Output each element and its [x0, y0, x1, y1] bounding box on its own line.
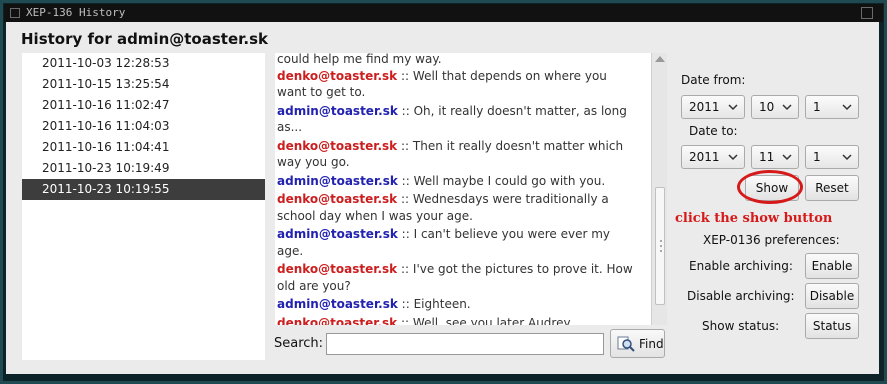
- date-item[interactable]: 2011-10-16 11:04:41: [22, 137, 265, 158]
- message-sender: denko@toaster.sk: [277, 138, 398, 153]
- date-item[interactable]: 2011-10-16 11:02:47: [22, 95, 265, 116]
- date-item-selected[interactable]: 2011-10-23 10:19:55: [22, 179, 265, 200]
- search-input[interactable]: [326, 333, 604, 355]
- reset-button[interactable]: Reset: [805, 175, 859, 201]
- message-sender: denko@toaster.sk: [277, 262, 398, 276]
- date-list[interactable]: 2011-10-03 12:28:53 2011-10-15 13:25:54 …: [22, 53, 265, 360]
- message-text: Well, see you later Audrey.: [412, 315, 573, 326]
- window-menu-icon[interactable]: [10, 8, 20, 18]
- message-separator: ::: [401, 227, 410, 241]
- message-separator: ::: [401, 103, 410, 118]
- prefs-heading: XEP-0136 preferences:: [703, 233, 840, 247]
- message-sender: admin@toaster.sk: [277, 103, 398, 118]
- from-year-value: 2011: [689, 100, 720, 114]
- from-day-select[interactable]: 1: [805, 95, 859, 119]
- chat-message: denko@toaster.sk :: Well, see you later …: [277, 315, 639, 326]
- enable-button[interactable]: Enable: [805, 253, 859, 279]
- magnifier-icon: [617, 336, 635, 352]
- message-sender: admin@toaster.sk: [277, 173, 398, 188]
- message-continuation: could help me find my way.: [277, 53, 442, 66]
- date-from-label: Date from:: [681, 73, 746, 87]
- close-icon[interactable]: [861, 7, 873, 19]
- chat-message: admin@toaster.sk :: Oh, it really doesn'…: [277, 103, 639, 136]
- chevron-down-icon: [782, 154, 792, 161]
- highlight-circle: [737, 170, 803, 204]
- chevron-down-icon: [728, 104, 738, 111]
- from-day-value: 1: [813, 100, 821, 114]
- message-separator: ::: [401, 297, 410, 311]
- enable-archiving-label: Enable archiving:: [689, 259, 793, 273]
- chat-message: admin@toaster.sk :: I can't believe you …: [277, 226, 639, 259]
- page-title: History for admin@toaster.sk: [21, 30, 268, 48]
- chevron-down-icon: [842, 104, 852, 111]
- from-month-value: 10: [759, 100, 775, 114]
- to-day-value: 1: [813, 150, 821, 164]
- grip-dot: [660, 250, 662, 252]
- search-label: Search:: [274, 336, 324, 351]
- date-item[interactable]: 2011-10-03 12:28:53: [22, 53, 265, 74]
- chat-transcript[interactable]: could help me find my way. denko@toaster…: [275, 53, 651, 325]
- chat-scrollbar[interactable]: [651, 53, 667, 325]
- message-separator: ::: [401, 173, 410, 188]
- message-separator: ::: [401, 315, 410, 326]
- scroll-thumb[interactable]: [655, 187, 665, 305]
- date-to-label: Date to:: [689, 124, 738, 138]
- message-separator: ::: [401, 68, 410, 83]
- from-month-select[interactable]: 10: [751, 95, 799, 119]
- date-item[interactable]: 2011-10-16 11:04:03: [22, 116, 265, 137]
- message-separator: ::: [401, 138, 410, 153]
- message-separator: ::: [401, 262, 410, 276]
- to-year-select[interactable]: 2011: [681, 145, 745, 169]
- message-text: Well maybe I could go with you.: [413, 173, 606, 188]
- chevron-down-icon: [842, 154, 852, 161]
- message-sender: denko@toaster.sk: [277, 68, 398, 83]
- chevron-down-icon: [728, 154, 738, 161]
- show-status-label: Show status:: [702, 319, 780, 333]
- message-sender: denko@toaster.sk: [277, 192, 398, 206]
- find-button-label: Find: [639, 337, 664, 351]
- message-separator: ::: [401, 192, 410, 206]
- to-month-select[interactable]: 11: [751, 145, 799, 169]
- disable-button[interactable]: Disable: [805, 283, 859, 309]
- annotation-text: click the show button: [675, 211, 833, 226]
- chat-message: admin@toaster.sk :: Well maybe I could g…: [277, 173, 639, 190]
- chat-message: admin@toaster.sk :: Eighteen.: [277, 296, 639, 313]
- message-sender: denko@toaster.sk: [277, 315, 398, 326]
- disable-archiving-label: Disable archiving:: [687, 289, 795, 303]
- chat-message: denko@toaster.sk :: Then it really doesn…: [277, 138, 639, 171]
- message-sender: admin@toaster.sk: [277, 297, 398, 311]
- date-item[interactable]: 2011-10-23 10:19:49: [22, 158, 265, 179]
- chat-message: denko@toaster.sk :: Well that depends on…: [277, 68, 639, 101]
- grip-dot: [660, 240, 662, 242]
- title-bar: XEP-136 History: [4, 4, 883, 22]
- from-year-select[interactable]: 2011: [681, 95, 745, 119]
- date-item[interactable]: 2011-10-15 13:25:54: [22, 74, 265, 95]
- grip-dot: [660, 245, 662, 247]
- chat-message: denko@toaster.sk :: I've got the picture…: [277, 261, 639, 294]
- chat-messages: could help me find my way. denko@toaster…: [277, 53, 639, 325]
- to-month-value: 11: [759, 150, 775, 164]
- to-year-value: 2011: [689, 150, 720, 164]
- status-button[interactable]: Status: [805, 313, 859, 339]
- chevron-down-icon: [782, 104, 792, 111]
- history-window: History for admin@toaster.sk 2011-10-03 …: [6, 22, 879, 374]
- chat-message: denko@toaster.sk :: Wednesdays were trad…: [277, 191, 639, 224]
- scroll-up-arrow-icon[interactable]: [655, 56, 665, 62]
- find-button[interactable]: Find: [610, 329, 665, 358]
- message-text: Eighteen.: [413, 297, 471, 311]
- message-sender: admin@toaster.sk: [277, 227, 398, 241]
- window-title: XEP-136 History: [26, 6, 126, 19]
- to-day-select[interactable]: 1: [805, 145, 859, 169]
